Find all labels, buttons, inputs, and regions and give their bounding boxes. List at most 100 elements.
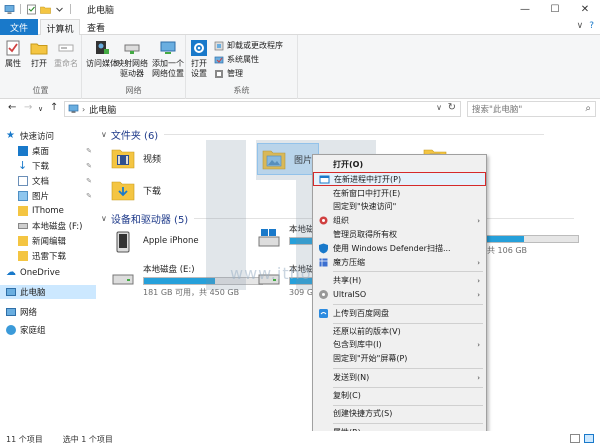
uninstall-program-button[interactable]: 卸载或更改程序 [214,40,283,51]
menu-item-create-shortcut[interactable]: 创建快捷方式(S) [313,407,486,420]
nav-this-pc[interactable]: 此电脑 [0,285,96,299]
nav-homegroup[interactable]: 家庭组 [0,323,96,337]
media-icon [96,41,109,54]
nav-ithome[interactable]: IThome [0,204,96,218]
pin-icon[interactable]: ✎ [86,162,92,170]
folder-label: 图片 [294,155,313,166]
pin-icon[interactable]: ✎ [86,192,92,200]
tiles-view-button[interactable] [584,434,594,443]
nav-quick-access[interactable]: ★ 快速访问 [0,129,96,143]
forward-button[interactable]: → [24,102,32,113]
ribbon-group-network: 访问媒体 映射网络 驱动器 添加一个 网络位置 网络 [82,35,186,99]
manage-button[interactable]: 管理 [214,68,243,79]
menu-item-label: 组织 [333,216,349,225]
status-bar: 11 个项目 选中 1 个项目 [0,431,600,447]
menu-item-organize[interactable]: 组织 › [313,214,486,227]
menu-item-label: 管理员取得所有权 [333,230,397,239]
open-button[interactable]: 打开 [30,39,48,69]
ribbon-group-label-network: 网络 [125,86,142,95]
nav-desktop[interactable]: 桌面 ✎ [0,144,96,158]
maximize-button[interactable]: ☐ [540,0,570,18]
add-network-location-button[interactable]: 添加一个 网络位置 [152,39,184,79]
menu-item-label: 创建快捷方式(S) [333,409,393,418]
nav-documents[interactable]: 文档 ✎ [0,174,96,188]
pin-icon[interactable]: ✎ [86,177,92,185]
recent-locations-button[interactable]: ∨ [38,105,43,113]
menu-item-restore-versions[interactable]: 还原以前的版本(V) [313,325,486,338]
menu-item-share[interactable]: 共享(H) › [313,274,486,287]
nav-downloads[interactable]: ↓ 下载 ✎ [0,159,96,173]
close-button[interactable]: ✕ [570,0,600,18]
menu-separator [333,323,483,324]
menu-item-defender-scan[interactable]: 使用 Windows Defender扫描... [313,242,486,255]
menu-separator [333,368,483,369]
drive-item-iphone[interactable]: Apple iPhone [111,227,199,253]
menu-separator [333,405,483,406]
nav-label: 文档 [32,177,50,187]
submenu-arrow-icon: › [477,290,480,299]
ribbon-group-label-location: 位置 [32,86,49,95]
submenu-arrow-icon: › [477,340,480,349]
tab-view[interactable]: 查看 [82,19,110,35]
breadcrumb-this-pc[interactable]: 此电脑 [89,103,116,116]
chevron-down-icon[interactable] [54,4,65,15]
folder-item-videos[interactable]: 视频 [111,147,161,169]
folders-section-header[interactable]: ∨ 文件夹 (6) [101,127,591,142]
properties-button[interactable]: 属性 [4,39,22,69]
menu-item-label: 发送到(N) [333,373,370,382]
menu-item-cube-compress[interactable]: 魔方压缩 › [313,256,486,269]
rename-button[interactable]: 重命名 [54,39,78,69]
menu-item-ultraiso[interactable]: UltraISO › [313,288,486,301]
properties-check-icon [6,40,20,56]
tab-file[interactable]: 文件 [0,19,38,35]
nav-pictures[interactable]: 图片 ✎ [0,189,96,203]
menu-item-take-ownership[interactable]: 管理员取得所有权 [313,228,486,241]
menu-item-open-new-window[interactable]: 在新窗口中打开(E) [313,187,486,200]
defender-icon [319,243,328,254]
ribbon-tabs: 文件 计算机 查看 ∨ ? [0,18,600,36]
nav-drive-f[interactable]: 本地磁盘 (F:) [0,219,96,233]
help-button[interactable]: ? [589,21,594,31]
folder-icon [18,251,28,261]
menu-item-label: 使用 Windows Defender扫描... [333,244,451,253]
folder-item-downloads[interactable]: 下载 [111,179,161,201]
menu-item-open[interactable]: 打开(O) [313,158,486,171]
menu-item-pin-quick-access[interactable]: 固定到"快速访问" [313,200,486,213]
nav-network[interactable]: 网络 [0,305,96,319]
menu-item-upload-baidu[interactable]: 上传到百度网盘 [313,307,486,320]
network-location-icon [160,41,176,54]
menu-item-send-to[interactable]: 发送到(N) › [313,371,486,384]
tab-computer[interactable]: 计算机 [40,19,80,36]
nav-label: 本地磁盘 (F:) [32,222,83,232]
system-properties-button[interactable]: 系统属性 [214,54,259,65]
menu-item-label: 在新窗口中打开(E) [333,189,401,198]
menu-item-open-new-process[interactable]: 在新进程中打开(P) [313,172,486,186]
nav-onedrive[interactable]: ☁ OneDrive [0,266,96,280]
back-button[interactable]: ← [8,102,16,113]
menu-item-include-library[interactable]: 包含到库中(I) › [313,338,486,351]
menu-item-label: 还原以前的版本(V) [333,327,401,336]
new-folder-icon[interactable] [40,4,51,15]
up-button[interactable]: ↑ [50,102,58,113]
menu-item-copy[interactable]: 复制(C) [313,389,486,402]
nav-thunder-downloads[interactable]: 迅雷下载 [0,249,96,263]
address-bar[interactable]: › 此电脑 ∨ ↻ [64,101,461,117]
details-view-button[interactable] [570,434,580,443]
nav-news-edit[interactable]: 新闻编辑 [0,234,96,248]
cloud-icon: ☁ [6,267,16,278]
menu-item-pin-start[interactable]: 固定到"开始"屏幕(P) [313,352,486,365]
drive-item-extra[interactable]: ，共 106 GB [479,227,579,256]
address-dropdown-button[interactable]: ∨ [436,103,442,112]
nav-label: 网络 [20,308,38,318]
folder-item-pictures[interactable]: 图片 [257,143,320,175]
open-settings-button[interactable]: 打开 设置 [190,39,208,79]
properties-icon[interactable] [26,4,37,15]
minimize-button[interactable]: — [510,0,540,18]
ribbon-collapse-button[interactable]: ∨ [577,21,584,31]
map-network-drive-button[interactable]: 映射网络 驱动器 [116,39,148,79]
document-icon [18,176,28,186]
pin-icon[interactable]: ✎ [86,147,92,155]
access-media-button[interactable]: 访问媒体 [86,39,118,69]
refresh-button[interactable]: ↻ [448,102,456,113]
search-input[interactable]: 搜索"此电脑" ⌕ [467,101,596,117]
